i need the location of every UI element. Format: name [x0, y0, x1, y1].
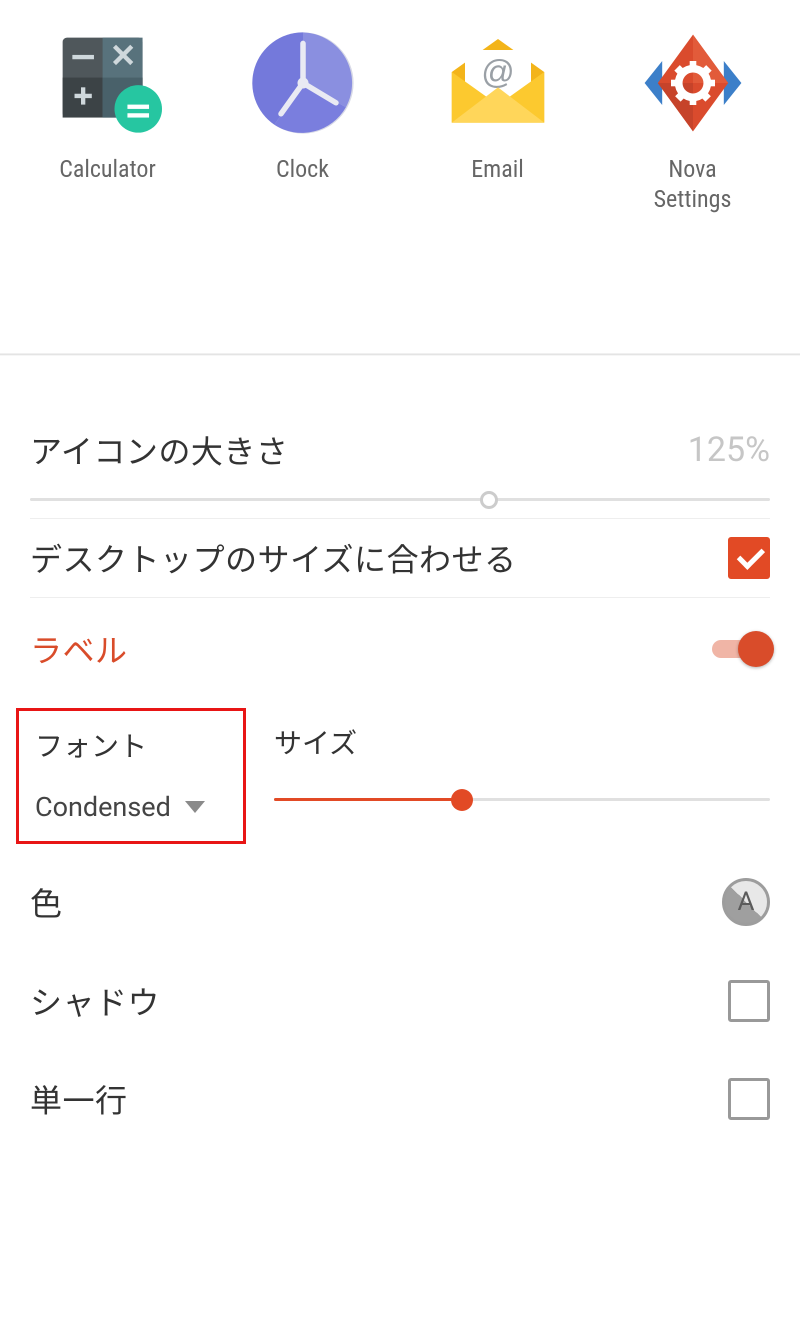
color-letter: A [738, 887, 755, 917]
single-line-label: 単一行 [30, 1076, 128, 1122]
label-size-slider[interactable] [274, 788, 770, 812]
app-email[interactable]: @ Email [418, 28, 578, 214]
app-label: Clock [276, 154, 329, 184]
shadow-label: シャドウ [30, 978, 160, 1024]
icon-size-value: 125% [688, 430, 770, 470]
setting-label-shadow[interactable]: シャドウ [30, 952, 770, 1050]
clock-icon [248, 28, 358, 138]
font-dropdown[interactable]: Condensed [35, 791, 227, 823]
font-size-row: フォント Condensed サイズ [30, 688, 770, 844]
label-section-title: ラベル [30, 626, 128, 672]
icon-size-slider[interactable] [30, 488, 770, 512]
setting-label-color[interactable]: 色 A [30, 844, 770, 952]
settings-panel: アイコンの大きさ 125% デスクトップのサイズに合わせる ラベル フォント C… [0, 356, 800, 1148]
shadow-checkbox[interactable] [728, 980, 770, 1022]
font-setting-highlight: フォント Condensed [16, 708, 246, 844]
email-icon: @ [443, 28, 553, 138]
setting-label-single-line[interactable]: 単一行 [30, 1050, 770, 1148]
app-nova-settings[interactable]: Nova Settings [613, 28, 773, 214]
app-clock[interactable]: Clock [223, 28, 383, 214]
app-label: Email [471, 154, 524, 184]
setting-match-desktop[interactable]: デスクトップのサイズに合わせる [30, 519, 770, 598]
setting-label-toggle[interactable]: ラベル [30, 598, 770, 688]
app-label: Calculator [59, 154, 156, 184]
match-desktop-label: デスクトップのサイズに合わせる [30, 535, 517, 581]
svg-text:@: @ [481, 53, 515, 90]
setting-icon-size: アイコンの大きさ 125% [30, 406, 770, 519]
color-label: 色 [30, 879, 63, 925]
single-line-checkbox[interactable] [728, 1078, 770, 1120]
font-selected-value: Condensed [35, 791, 171, 823]
color-swatch[interactable]: A [722, 878, 770, 926]
label-enabled-switch[interactable] [712, 635, 770, 663]
app-label: Nova Settings [654, 154, 732, 214]
app-calculator[interactable]: Calculator [28, 28, 188, 214]
icon-preview-area: Calculator Clock @ [0, 0, 800, 244]
nova-settings-icon [638, 28, 748, 138]
icon-size-label: アイコンの大きさ [30, 427, 288, 473]
match-desktop-checkbox[interactable] [728, 537, 770, 579]
chevron-down-icon [185, 801, 205, 813]
calculator-icon [53, 28, 163, 138]
font-label: フォント [35, 725, 227, 765]
size-label: サイズ [274, 722, 770, 762]
